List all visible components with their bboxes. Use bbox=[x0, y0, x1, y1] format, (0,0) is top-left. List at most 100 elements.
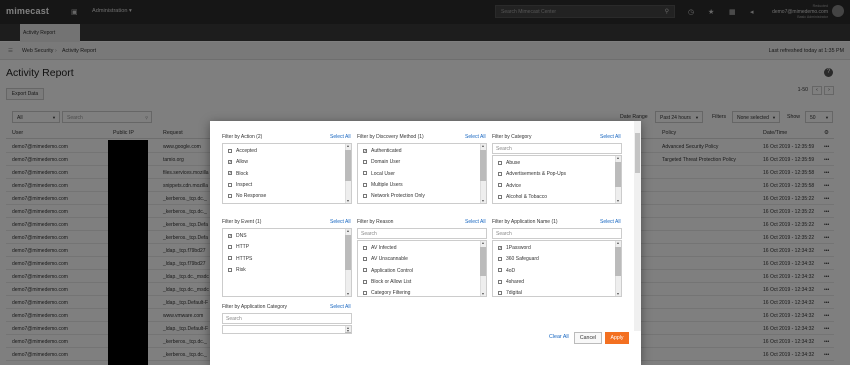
filter-group-title: Filter by Event (1) bbox=[222, 219, 262, 225]
checkbox[interactable] bbox=[363, 171, 367, 176]
scroll-down-icon[interactable]: ▼ bbox=[345, 292, 351, 296]
filter-option[interactable]: No Response bbox=[228, 193, 266, 199]
filter-option[interactable]: Advertisements & Pop-Ups bbox=[498, 171, 566, 177]
filter-option[interactable]: Accepted bbox=[228, 148, 257, 154]
filter-option[interactable]: Domain User bbox=[363, 159, 400, 165]
filter-option[interactable]: HTTPS bbox=[228, 256, 252, 262]
checkbox[interactable] bbox=[498, 256, 502, 261]
select-all-link[interactable]: Select All bbox=[330, 219, 351, 225]
scroll-down-icon[interactable]: ▼ bbox=[345, 199, 351, 203]
filter-option[interactable]: Local User bbox=[363, 171, 395, 177]
scroll-up-icon[interactable]: ▲ bbox=[345, 229, 351, 233]
checkbox[interactable] bbox=[498, 171, 502, 176]
filter-option[interactable]: 7digital bbox=[498, 290, 522, 296]
filter-option[interactable]: Abuse bbox=[498, 160, 520, 166]
scroll-up-icon[interactable]: ▲ bbox=[480, 241, 486, 245]
checkbox[interactable] bbox=[498, 290, 502, 295]
checkbox[interactable] bbox=[228, 267, 232, 272]
checkbox[interactable] bbox=[228, 193, 232, 198]
filter-option-label: Advertisements & Pop-Ups bbox=[506, 171, 567, 178]
checkbox[interactable] bbox=[363, 193, 367, 198]
filter-option[interactable]: AV Unscannable bbox=[363, 256, 408, 262]
checkbox[interactable] bbox=[363, 268, 367, 273]
checkbox-checked[interactable]: ✓ bbox=[228, 171, 232, 176]
list-scrollbar-thumb[interactable] bbox=[615, 247, 621, 276]
filter-option[interactable]: Application Control bbox=[363, 268, 413, 274]
filter-option-label: AV Unscannable bbox=[371, 256, 408, 263]
checkbox[interactable] bbox=[498, 268, 502, 273]
scroll-down-icon[interactable]: ▼ bbox=[345, 329, 351, 333]
filter-option[interactable]: 4shared bbox=[498, 279, 524, 285]
scroll-up-icon[interactable]: ▲ bbox=[480, 144, 486, 148]
filter-option[interactable]: Block or Allow List bbox=[363, 279, 411, 285]
checkbox-checked[interactable]: ✓ bbox=[228, 233, 232, 238]
checkbox[interactable] bbox=[363, 256, 367, 261]
filter-group: Filter by Discovery Method (1) Select All… bbox=[357, 134, 487, 204]
checkbox[interactable] bbox=[363, 245, 367, 250]
modal-scrollbar-thumb[interactable] bbox=[635, 133, 640, 173]
checkbox-checked[interactable]: ✓ bbox=[363, 148, 367, 153]
checkbox-checked[interactable]: ✓ bbox=[498, 245, 502, 250]
filter-search-input[interactable]: Search bbox=[492, 228, 622, 239]
list-scrollbar-thumb[interactable] bbox=[345, 150, 351, 181]
filter-option[interactable]: ✓ DNS bbox=[228, 233, 247, 239]
select-all-link[interactable]: Select All bbox=[330, 134, 351, 140]
scroll-down-icon[interactable]: ▼ bbox=[480, 199, 486, 203]
list-scrollbar-thumb[interactable] bbox=[480, 150, 486, 181]
checkbox[interactable] bbox=[498, 194, 502, 199]
list-scrollbar-thumb[interactable] bbox=[615, 162, 621, 187]
list-scrollbar-thumb[interactable] bbox=[345, 235, 351, 270]
select-all-link[interactable]: Select All bbox=[465, 134, 486, 140]
filter-option[interactable]: Multiple Users bbox=[363, 182, 403, 188]
checkbox[interactable] bbox=[363, 279, 367, 284]
filter-option[interactable]: ✓ Block bbox=[228, 171, 248, 177]
filter-option[interactable]: Network Protection Only bbox=[363, 193, 425, 199]
filter-options-list: AV Infected AV Unscannable Application Con… bbox=[357, 240, 487, 297]
filter-option-label: 4oD bbox=[506, 267, 516, 274]
checkbox[interactable] bbox=[363, 182, 367, 187]
scroll-down-icon[interactable]: ▼ bbox=[615, 292, 621, 296]
filter-search-input[interactable]: Search bbox=[222, 313, 352, 324]
checkbox[interactable] bbox=[498, 183, 502, 188]
clear-all-link[interactable]: Clear All bbox=[549, 334, 569, 340]
checkbox[interactable] bbox=[498, 279, 502, 284]
filter-option-label: Accepted bbox=[236, 148, 257, 154]
filter-option-label: Network Protection Only bbox=[371, 193, 425, 200]
filter-option[interactable]: ✓ 1Password bbox=[498, 245, 531, 251]
filter-option[interactable]: 4oD bbox=[498, 268, 515, 274]
scroll-down-icon[interactable]: ▼ bbox=[480, 292, 486, 296]
scroll-up-icon[interactable]: ▲ bbox=[615, 241, 621, 245]
filter-search-input[interactable]: Search bbox=[492, 143, 622, 154]
filter-option[interactable]: Advice bbox=[498, 183, 521, 189]
checkbox[interactable] bbox=[498, 160, 502, 165]
filter-option-label: 1Password bbox=[506, 245, 531, 251]
filter-search-input[interactable]: Search bbox=[357, 228, 487, 239]
filter-option[interactable]: AV Infected bbox=[363, 245, 396, 251]
checkbox[interactable] bbox=[363, 290, 367, 295]
checkbox[interactable] bbox=[228, 256, 232, 261]
cancel-button[interactable]: Cancel bbox=[574, 332, 602, 344]
checkbox[interactable] bbox=[228, 244, 232, 249]
list-scrollbar-thumb[interactable] bbox=[480, 247, 486, 276]
scroll-up-icon[interactable]: ▲ bbox=[345, 144, 351, 148]
filter-group: Filter by Category Select All Search Abuse A… bbox=[492, 134, 622, 204]
checkbox[interactable] bbox=[363, 159, 367, 164]
filter-option[interactable]: Risk bbox=[228, 267, 246, 273]
checkbox[interactable] bbox=[228, 182, 232, 187]
select-all-link[interactable]: Select All bbox=[600, 219, 621, 225]
apply-button[interactable]: Apply bbox=[605, 332, 629, 344]
checkbox-checked[interactable]: ✓ bbox=[228, 159, 232, 164]
select-all-link[interactable]: Select All bbox=[330, 304, 351, 310]
filter-option[interactable]: Alcohol & Tobacco bbox=[498, 194, 547, 200]
scroll-up-icon[interactable]: ▲ bbox=[615, 156, 621, 160]
checkbox[interactable] bbox=[228, 148, 232, 153]
filter-option[interactable]: Inspect bbox=[228, 182, 252, 188]
select-all-link[interactable]: Select All bbox=[600, 134, 621, 140]
filter-option[interactable]: HTTP bbox=[228, 244, 249, 250]
filter-option[interactable]: ✓ Authenticated bbox=[363, 148, 402, 154]
select-all-link[interactable]: Select All bbox=[465, 219, 486, 225]
filter-option[interactable]: ✓ Allow bbox=[228, 159, 248, 165]
filter-option[interactable]: 360 Safeguard bbox=[498, 256, 539, 262]
scroll-down-icon[interactable]: ▼ bbox=[615, 199, 621, 203]
filter-option[interactable]: Category Filtering bbox=[363, 290, 410, 296]
